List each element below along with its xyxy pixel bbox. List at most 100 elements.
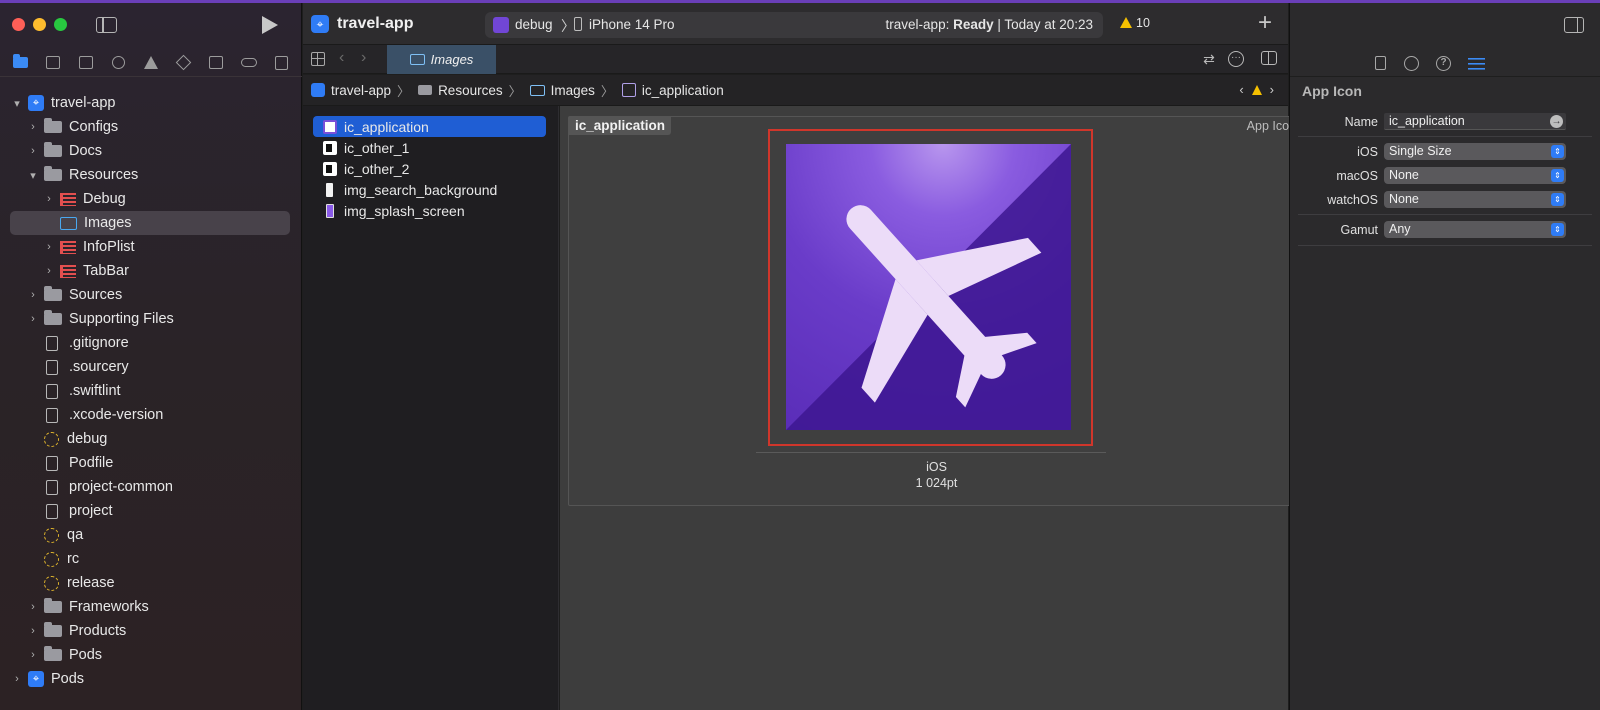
- source-control-tab[interactable]: [44, 55, 62, 71]
- tree-item[interactable]: › Configs: [0, 115, 302, 139]
- chevron-right-icon[interactable]: ›: [28, 289, 38, 301]
- tree-item-label: .gitignore: [69, 335, 129, 351]
- zoom-window-button[interactable]: [54, 18, 67, 31]
- project-navigator-tab[interactable]: [11, 54, 29, 71]
- tree-item[interactable]: › Sources: [0, 283, 302, 307]
- chevron-left-icon[interactable]: ‹: [1239, 82, 1243, 97]
- tree-item[interactable]: ▾ Resources: [0, 163, 302, 187]
- test-icon: [175, 54, 192, 71]
- chevron-right-icon[interactable]: ›: [1270, 82, 1274, 97]
- project-app-icon: ⌖: [311, 15, 329, 33]
- issue-navigator-tab[interactable]: [142, 55, 160, 71]
- tree-item[interactable]: › TabBar: [0, 259, 302, 283]
- split-editor-icon[interactable]: [1261, 51, 1277, 65]
- asset-list-item[interactable]: ic_application: [313, 116, 546, 137]
- window-toolbar: ⌖ travel-app debug 〉 iPhone 14 Pro trave…: [303, 3, 1288, 45]
- breadcrumb-label: Resources: [438, 82, 503, 98]
- chevron-right-icon[interactable]: ›: [28, 649, 38, 661]
- file-inspector-icon[interactable]: [1375, 56, 1386, 70]
- grid-icon[interactable]: [311, 52, 325, 66]
- tree-item[interactable]: ▾ ⌖ travel-app: [0, 91, 302, 115]
- chevron-down-icon[interactable]: ▾: [28, 169, 38, 182]
- chevron-right-icon[interactable]: ›: [28, 601, 38, 613]
- breadcrumb-item-project[interactable]: travel-app: [311, 83, 391, 98]
- tree-item-label: debug: [67, 431, 108, 447]
- ios-size-select[interactable]: Single Size ⇕: [1384, 143, 1566, 160]
- chevron-right-icon[interactable]: ›: [28, 145, 38, 157]
- debug-navigator-tab[interactable]: [207, 55, 225, 71]
- tree-item[interactable]: .xcode-version: [0, 403, 302, 427]
- tree-item[interactable]: › Products: [0, 619, 302, 643]
- chevron-down-icon[interactable]: ▾: [12, 97, 22, 110]
- tree-item[interactable]: › Pods: [0, 643, 302, 667]
- tab-label: Images: [430, 52, 474, 67]
- tree-item[interactable]: qa: [0, 523, 302, 547]
- test-navigator-tab[interactable]: [175, 54, 193, 71]
- scheme-selector[interactable]: debug: [515, 17, 553, 32]
- chevron-right-icon[interactable]: ›: [28, 313, 38, 325]
- device-selector[interactable]: iPhone 14 Pro: [589, 17, 675, 32]
- watchos-value: None: [1389, 192, 1419, 206]
- breadcrumb-item-asset[interactable]: ic_application: [621, 83, 724, 98]
- name-field[interactable]: ic_application →: [1384, 113, 1566, 130]
- tree-item[interactable]: project: [0, 499, 302, 523]
- warnings-badge[interactable]: 10: [1120, 16, 1150, 30]
- more-options-icon[interactable]: ···: [1228, 51, 1244, 67]
- chevron-right-icon[interactable]: ›: [28, 625, 38, 637]
- history-inspector-icon[interactable]: [1404, 56, 1419, 71]
- tree-item[interactable]: › Docs: [0, 139, 302, 163]
- find-navigator-tab[interactable]: [109, 55, 127, 71]
- tree-item[interactable]: Podfile: [0, 451, 302, 475]
- gamut-select[interactable]: Any ⇕: [1384, 221, 1566, 238]
- tree-item[interactable]: › Debug: [0, 187, 302, 211]
- chevron-right-icon[interactable]: ›: [361, 49, 366, 67]
- tree-item[interactable]: rc: [0, 547, 302, 571]
- icon-slot-ios-1024[interactable]: [768, 129, 1093, 446]
- close-window-button[interactable]: [12, 18, 25, 31]
- breadcrumb-item-images[interactable]: Images: [529, 83, 595, 98]
- tree-item[interactable]: › Supporting Files: [0, 307, 302, 331]
- macos-select[interactable]: None ⇕: [1384, 167, 1566, 184]
- asset-list-item[interactable]: img_search_background: [313, 179, 546, 200]
- breadcrumb-item-resources[interactable]: Resources: [418, 83, 503, 98]
- tree-item[interactable]: › Frameworks: [0, 595, 302, 619]
- asset-list-item[interactable]: ic_other_1: [313, 137, 546, 158]
- attributes-inspector-icon[interactable]: [1468, 56, 1485, 70]
- tree-item[interactable]: project-common: [0, 475, 302, 499]
- help-icon[interactable]: ?: [1436, 56, 1451, 71]
- run-button[interactable]: [262, 16, 278, 34]
- chevron-right-icon[interactable]: ›: [12, 673, 22, 685]
- tree-item-label: Configs: [69, 119, 119, 135]
- chevron-right-icon[interactable]: ›: [44, 241, 54, 253]
- report-navigator-tab[interactable]: [273, 55, 291, 71]
- arrow-right-circle-icon[interactable]: →: [1550, 115, 1563, 128]
- symbol-navigator-tab[interactable]: [77, 55, 95, 71]
- chevron-right-icon[interactable]: ›: [44, 193, 54, 205]
- chevron-right-icon: 〉: [508, 83, 522, 99]
- chevron-right-icon[interactable]: ›: [28, 121, 38, 133]
- tab-images[interactable]: Images: [387, 45, 496, 74]
- add-library-button[interactable]: +: [1258, 9, 1272, 37]
- chevron-left-icon[interactable]: ‹: [339, 49, 344, 67]
- doc-icon: [46, 503, 58, 519]
- swap-arrows-icon[interactable]: ⇄: [1201, 51, 1217, 67]
- status-prefix: travel-app:: [885, 17, 950, 32]
- minimize-window-button[interactable]: [33, 18, 46, 31]
- tree-item[interactable]: .sourcery: [0, 355, 302, 379]
- breakpoint-navigator-tab[interactable]: [240, 55, 258, 71]
- tree-item[interactable]: Images: [0, 211, 302, 235]
- watchos-select[interactable]: None ⇕: [1384, 191, 1566, 208]
- asset-list-item[interactable]: ic_other_2: [313, 158, 546, 179]
- tree-item[interactable]: › InfoPlist: [0, 235, 302, 259]
- chevron-right-icon[interactable]: ›: [44, 265, 54, 277]
- inspector-toggle-icon[interactable]: [1564, 17, 1584, 33]
- tree-item[interactable]: debug: [0, 427, 302, 451]
- config-icon: [44, 575, 59, 591]
- tree-item[interactable]: .swiftlint: [0, 379, 302, 403]
- sidebar-toggle-icon[interactable]: [96, 17, 117, 33]
- asset-list-item[interactable]: img_splash_screen: [313, 200, 546, 221]
- tree-item[interactable]: › ⌖ Pods: [0, 667, 302, 691]
- tree-item[interactable]: .gitignore: [0, 331, 302, 355]
- warning-icon[interactable]: [1251, 84, 1262, 95]
- tree-item[interactable]: release: [0, 571, 302, 595]
